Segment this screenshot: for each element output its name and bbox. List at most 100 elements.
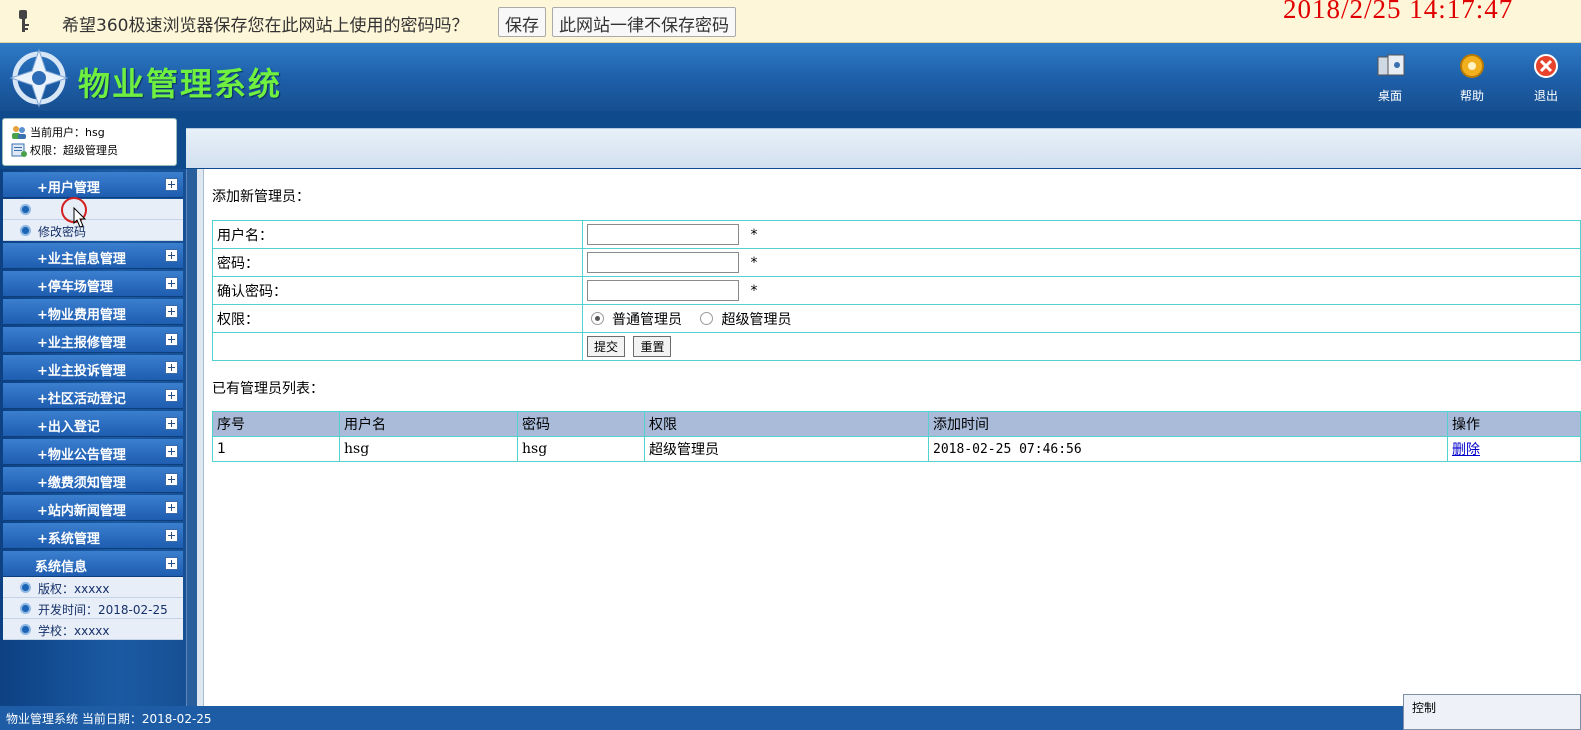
help-label: 帮助: [1459, 89, 1484, 103]
menu-owner-info[interactable]: +业主信息管理: [3, 243, 183, 269]
current-user-text: 当前用户：hsg: [30, 126, 105, 139]
desktop-button[interactable]: 桌面: [1364, 51, 1416, 104]
menu-label: +系统管理: [37, 532, 100, 547]
role-line: 权限：超级管理员: [11, 142, 176, 160]
main-content: 添加新管理员： 用户名： * 密码： * 确认密码： * 权限： 普通管理员 超…: [205, 171, 1581, 706]
password-input[interactable]: [587, 252, 739, 273]
column-header: 用户名: [339, 411, 518, 437]
role-normal-radio[interactable]: [591, 311, 604, 325]
expand-icon[interactable]: [165, 333, 178, 346]
menu-label: +用户管理: [37, 181, 100, 196]
help-button[interactable]: 帮助: [1446, 51, 1498, 104]
users-icon: [12, 126, 26, 139]
menu-property-fees[interactable]: +物业费用管理: [3, 299, 183, 325]
submenu-add-admin[interactable]: [3, 199, 183, 220]
add-admin-title: 添加新管理员：: [212, 189, 310, 205]
expand-icon[interactable]: [165, 277, 178, 290]
role-label: 权限：: [212, 304, 583, 333]
buttons-cell: 提交 重置: [582, 332, 1581, 361]
menu-repairs[interactable]: +业主报修管理: [3, 327, 183, 353]
expand-icon[interactable]: [165, 473, 178, 486]
sysinfo-text: 版权：xxxxx: [38, 582, 110, 596]
sysinfo-text: 学校：xxxxx: [38, 624, 110, 638]
menu-parking[interactable]: +停车场管理: [3, 271, 183, 297]
confirm-password-input[interactable]: [587, 280, 739, 301]
menu-entry-exit[interactable]: +出入登记: [3, 411, 183, 437]
content-top-band: [186, 128, 1581, 168]
sidebar-splitter[interactable]: [197, 169, 204, 706]
table-header-row: 序号 用户名 密码 权限 添加时间 操作: [212, 411, 1581, 437]
bullet-icon: [20, 204, 31, 215]
menu-label: +业主报修管理: [37, 336, 126, 351]
app-logo-icon: [9, 48, 69, 108]
app-title: 物业管理系统: [78, 65, 283, 103]
column-header: 密码: [517, 411, 645, 437]
column-header: 操作: [1447, 411, 1581, 437]
expand-icon[interactable]: [165, 557, 178, 570]
expand-icon[interactable]: [165, 445, 178, 458]
admin-list-table: 序号 用户名 密码 权限 添加时间 操作 1 hsg hsg 超级管理员 201…: [212, 411, 1581, 462]
expand-icon[interactable]: [165, 417, 178, 430]
current-user-box: 当前用户：hsg 权限：超级管理员: [2, 118, 177, 166]
expand-icon[interactable]: [165, 389, 178, 402]
column-header: 序号: [212, 411, 340, 437]
permission-icon: [11, 143, 27, 157]
confirm-password-cell: *: [582, 276, 1581, 305]
reset-button[interactable]: 重置: [633, 336, 672, 357]
add-admin-form: 用户名： * 密码： * 确认密码： * 权限： 普通管理员 超级管理员 提交 …: [212, 220, 1581, 361]
save-password-button[interactable]: 保存: [498, 7, 546, 37]
username-cell: *: [582, 220, 1581, 249]
expand-icon[interactable]: [165, 501, 178, 514]
menu-label: +站内新闻管理: [37, 504, 126, 519]
sysinfo-copyright: 版权：xxxxx: [3, 577, 183, 598]
expand-icon[interactable]: [165, 529, 178, 542]
control-window[interactable]: 控制: [1403, 694, 1581, 730]
exit-button[interactable]: 退出: [1520, 51, 1572, 104]
menu-system-info[interactable]: 系统信息: [3, 551, 183, 577]
submit-button[interactable]: 提交: [587, 336, 626, 357]
role-super-radio[interactable]: [700, 311, 714, 325]
menu-label: +业主投诉管理: [37, 364, 126, 379]
expand-icon[interactable]: [165, 361, 178, 374]
current-user-line: 当前用户：hsg: [11, 124, 176, 142]
menu-system[interactable]: +系统管理: [3, 523, 183, 549]
expand-icon[interactable]: [165, 178, 178, 191]
menu-community-events[interactable]: +社区活动登记: [3, 383, 183, 409]
required-mark: *: [750, 227, 758, 243]
never-save-password-button[interactable]: 此网站一律不保存密码: [552, 7, 736, 37]
menu-label: 系统信息: [35, 560, 88, 575]
menu-complaints[interactable]: +业主投诉管理: [3, 355, 183, 381]
menu-label: +社区活动登记: [37, 392, 126, 407]
sysinfo-text: 开发时间：2018-02-25: [38, 603, 168, 617]
menu-label: +停车场管理: [37, 280, 113, 295]
menu-label: +物业公告管理: [37, 448, 126, 463]
mouse-cursor-icon: [61, 197, 87, 228]
menu-label: +缴费须知管理: [37, 476, 126, 491]
menu-site-news[interactable]: +站内新闻管理: [3, 495, 183, 521]
sysinfo-school: 学校：xxxxx: [3, 619, 183, 640]
sysinfo-dev-date: 开发时间：2018-02-25: [3, 598, 183, 619]
column-header: 权限: [644, 411, 929, 437]
table-cell: hsg: [517, 436, 645, 462]
table-cell: 超级管理员: [644, 436, 929, 462]
status-footer: 物业管理系统 当前日期：2018-02-25: [0, 706, 1581, 730]
menu-announcements[interactable]: +物业公告管理: [3, 439, 183, 465]
expand-icon[interactable]: [165, 305, 178, 318]
empty-cell: [212, 332, 583, 361]
table-row: 1 hsg hsg 超级管理员 2018-02-25 07:46:56 删除: [212, 436, 1581, 462]
role-super-label: 超级管理员: [721, 311, 792, 328]
delete-link[interactable]: 删除: [1452, 442, 1480, 458]
submenu-change-password[interactable]: 修改密码: [3, 220, 183, 241]
column-header: 添加时间: [928, 411, 1448, 437]
exit-icon: [1534, 54, 1558, 78]
menu-user-management[interactable]: +用户管理: [3, 172, 183, 198]
menu-label: +物业费用管理: [37, 308, 126, 323]
bullet-icon: [20, 603, 31, 614]
username-input[interactable]: [587, 224, 739, 245]
menu-payment-notes[interactable]: +缴费须知管理: [3, 467, 183, 493]
desktop-label: 桌面: [1377, 89, 1402, 103]
table-cell: hsg: [339, 436, 518, 462]
expand-icon[interactable]: [165, 249, 178, 262]
menu-label: +出入登记: [37, 420, 100, 435]
bullet-icon: [20, 225, 31, 236]
